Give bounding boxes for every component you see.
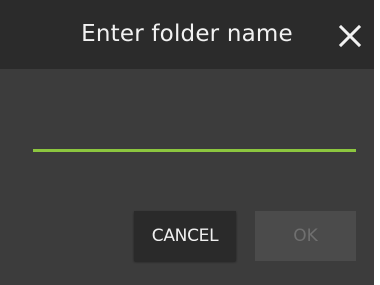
dialog-title: Enter folder name	[81, 21, 293, 47]
cancel-button[interactable]: CANCEL	[134, 211, 236, 261]
ok-button[interactable]: OK	[255, 211, 356, 261]
dialog-title-bar: Enter folder name	[0, 0, 374, 69]
folder-name-input[interactable]	[33, 120, 356, 152]
close-icon	[338, 24, 362, 48]
close-button[interactable]	[336, 22, 364, 50]
folder-name-dialog: Enter folder name CANCEL OK	[0, 0, 374, 285]
